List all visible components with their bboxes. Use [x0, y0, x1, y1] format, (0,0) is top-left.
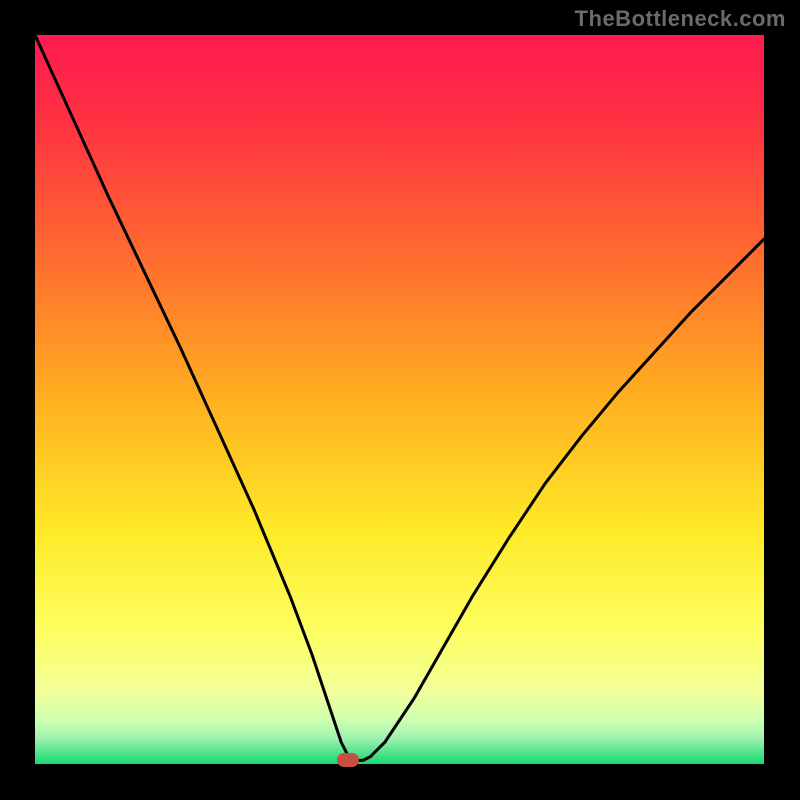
marker-dot: [337, 753, 359, 767]
chart-svg: [35, 35, 764, 764]
watermark-text: TheBottleneck.com: [575, 6, 786, 32]
bottleneck-chart: [35, 35, 764, 764]
chart-background: [35, 35, 764, 764]
